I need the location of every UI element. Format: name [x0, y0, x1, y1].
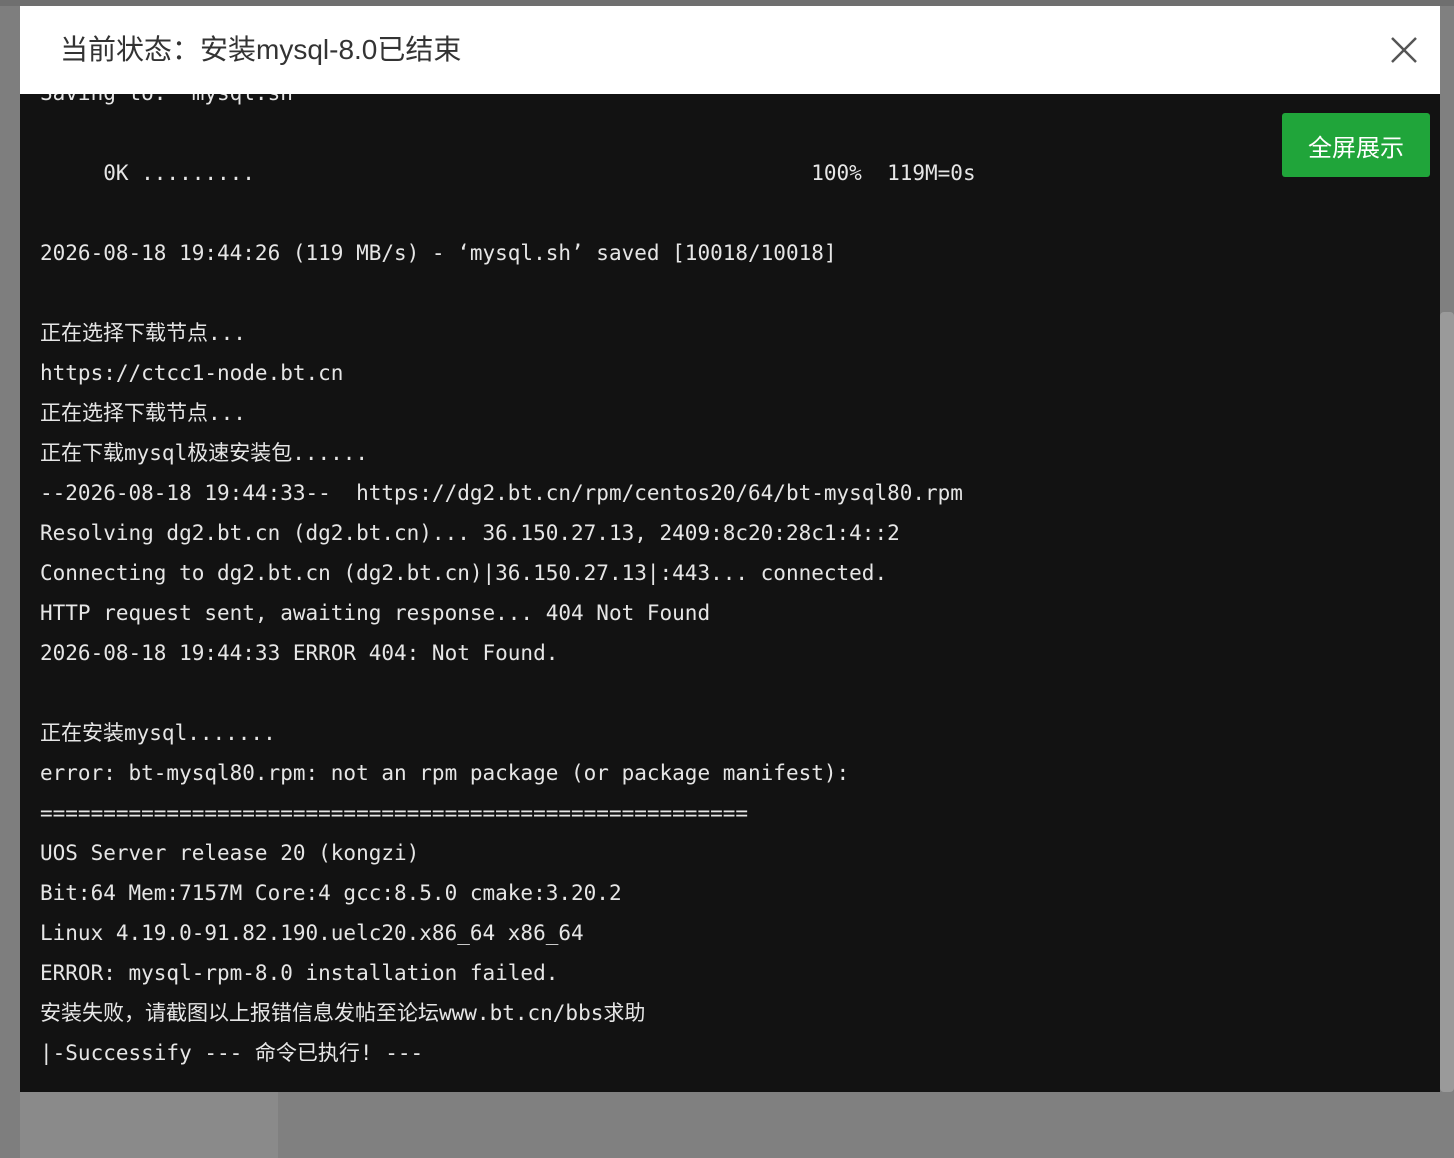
close-button[interactable] [1382, 28, 1426, 72]
terminal-line: HTTP request sent, awaiting response... … [40, 601, 711, 625]
terminal-line: Connecting to dg2.bt.cn (dg2.bt.cn)|36.1… [40, 561, 888, 585]
terminal-line: 2026-08-18 19:44:26 (119 MB/s) - ‘mysql.… [40, 241, 837, 265]
terminal-lines: Saving to: ‘mysql.sh’ 0K ......... 100% … [40, 94, 976, 1073]
dialog-header: 当前状态：安装mysql-8.0已结束 [20, 6, 1440, 94]
terminal-line: 正在选择下载节点... [40, 401, 246, 425]
terminal-line: Saving to: ‘mysql.sh’ [40, 94, 976, 113]
fullscreen-button[interactable]: 全屏展示 [1282, 113, 1430, 177]
terminal-line: |-Successify --- 命令已执行! --- [40, 1041, 424, 1065]
terminal-line: https://ctcc1-node.bt.cn [40, 361, 344, 385]
backdrop-left-strip [0, 6, 20, 1158]
terminal-line: ========================================… [40, 801, 749, 825]
terminal-line: Bit:64 Mem:7157M Core:4 gcc:8.5.0 cmake:… [40, 881, 622, 905]
terminal-line: --2026-08-18 19:44:33-- https://dg2.bt.c… [40, 481, 963, 505]
terminal-line: 安装失败，请截图以上报错信息发帖至论坛www.bt.cn/bbs求助 [40, 1001, 646, 1025]
terminal-line: UOS Server release 20 (kongzi) [40, 841, 420, 865]
terminal-line: 正在下载mysql极速安装包...... [40, 441, 369, 465]
install-status-dialog: 当前状态：安装mysql-8.0已结束 Saving to: ‘mysql.sh… [20, 6, 1440, 1092]
terminal-output: Saving to: ‘mysql.sh’ 0K ......... 100% … [20, 94, 1440, 1092]
terminal-line: 正在安装mysql....... [40, 721, 276, 745]
dialog-title: 当前状态：安装mysql-8.0已结束 [60, 34, 462, 65]
terminal-line: Resolving dg2.bt.cn (dg2.bt.cn)... 36.15… [40, 521, 900, 545]
terminal-line: Linux 4.19.0-91.82.190.uelc20.x86_64 x86… [40, 921, 584, 945]
terminal-line: 2026-08-18 19:44:33 ERROR 404: Not Found… [40, 641, 559, 665]
backdrop-bottom-panel [20, 1092, 278, 1158]
close-icon [1391, 37, 1417, 63]
terminal-line: error: bt-mysql80.rpm: not an rpm packag… [40, 761, 850, 785]
terminal-line: ERROR: mysql-rpm-8.0 installation failed… [40, 961, 559, 985]
page-scrollbar[interactable] [1440, 312, 1454, 1092]
terminal-line: 正在选择下载节点... [40, 321, 246, 345]
terminal-line: 0K ......... 100% 119M=0s [40, 161, 976, 185]
